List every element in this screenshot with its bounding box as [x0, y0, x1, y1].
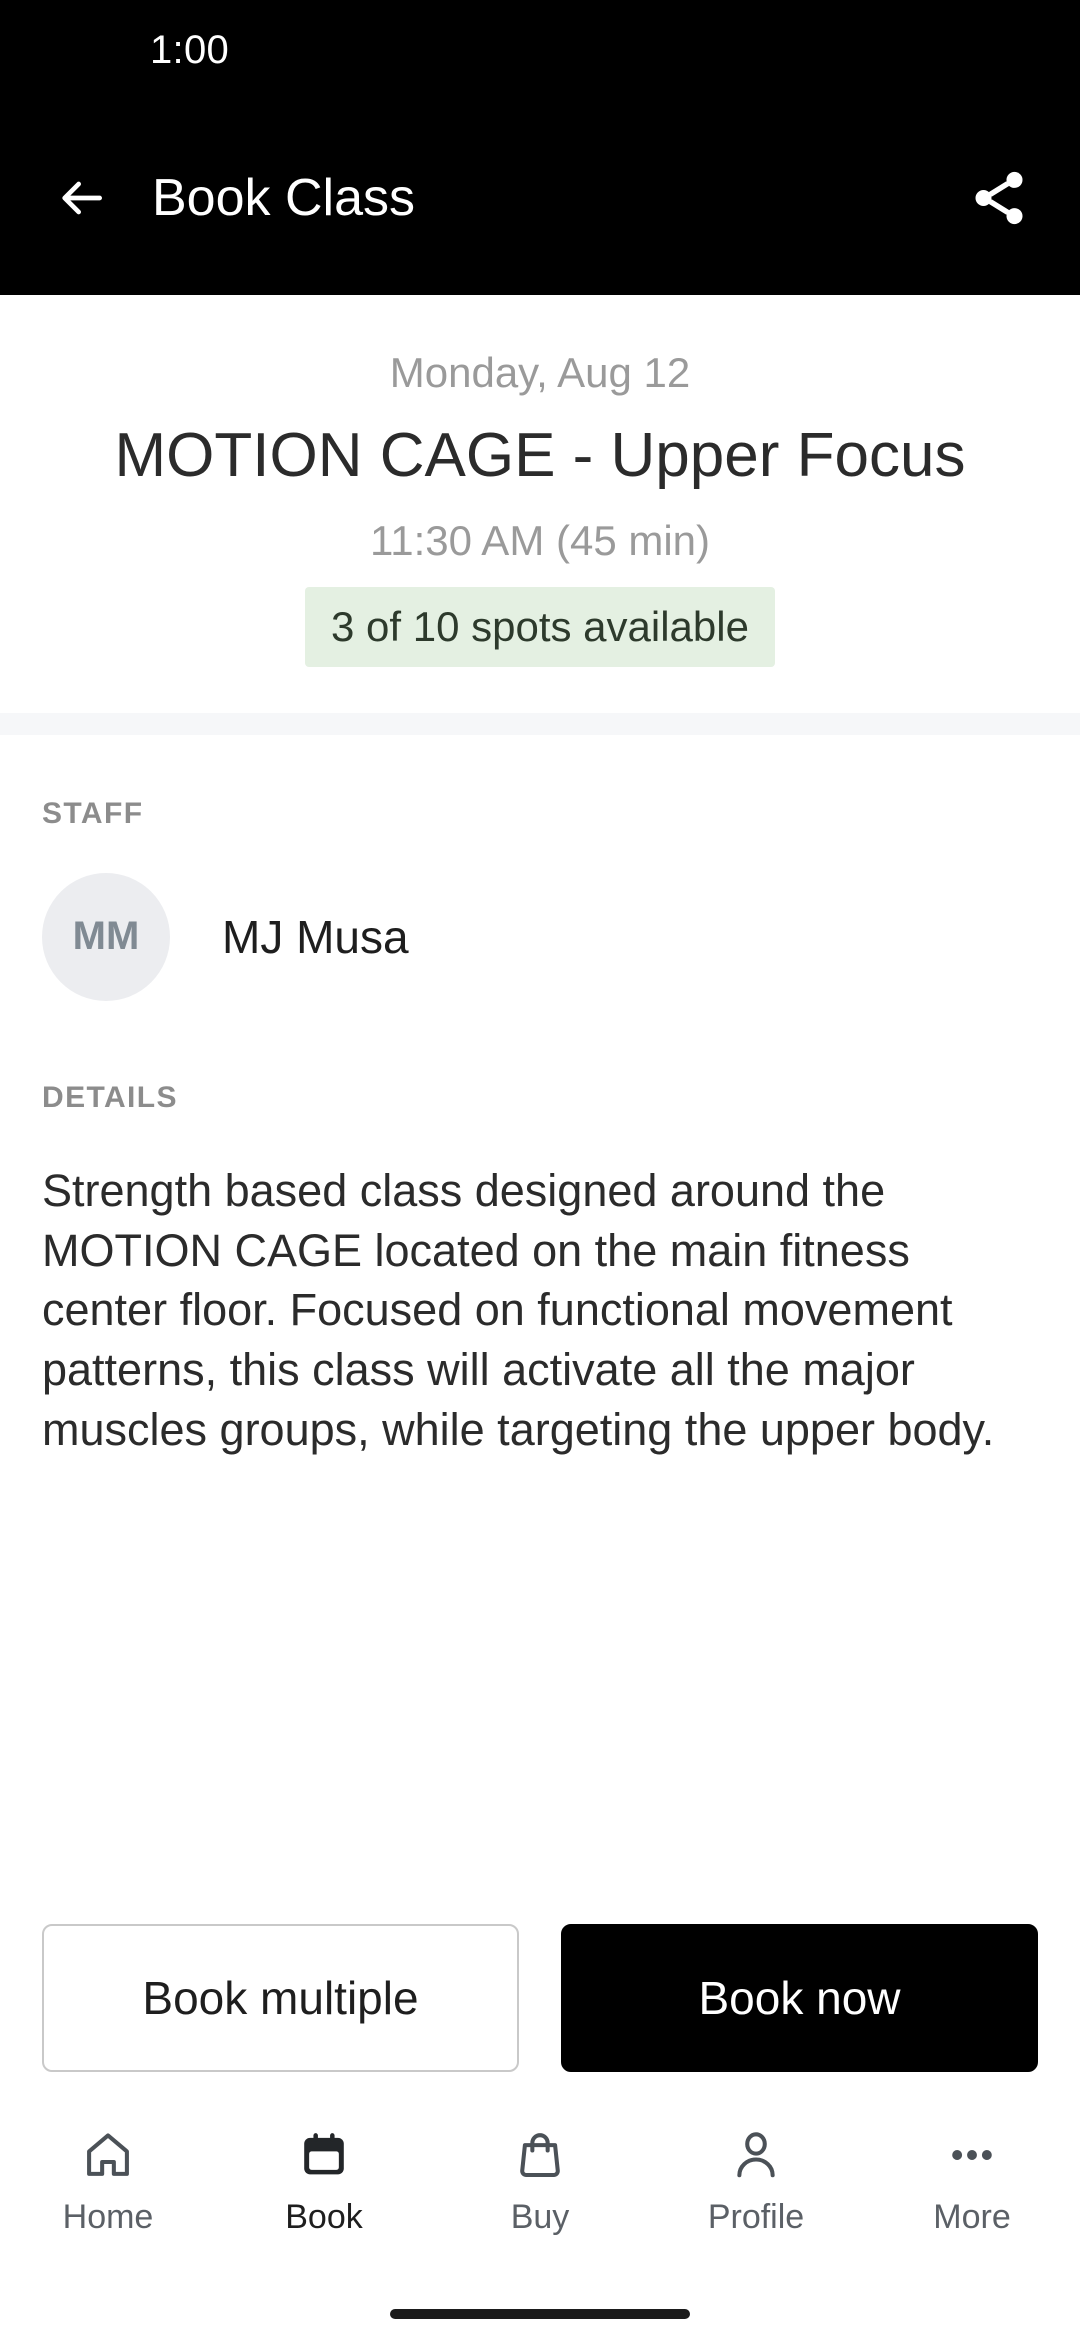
class-title: MOTION CAGE - Upper Focus — [114, 421, 966, 490]
nav-label-buy: Buy — [510, 2198, 570, 2236]
staff-section-label: STAFF — [42, 796, 144, 830]
nav-label-profile: Profile — [707, 2198, 805, 2236]
nav-item-more[interactable]: More — [864, 2124, 1080, 2237]
book-multiple-button[interactable]: Book multiple — [42, 1924, 519, 2072]
nav-label-more: More — [933, 2198, 1011, 2236]
class-summary: Monday, Aug 12 MOTION CAGE - Upper Focus… — [0, 295, 1080, 713]
avatar: MM — [42, 872, 170, 1001]
ellipsis-icon — [945, 2124, 999, 2186]
share-icon — [975, 171, 1023, 224]
nav-label-book: Book — [285, 2198, 363, 2236]
section-divider — [0, 712, 1080, 735]
bag-icon — [513, 2124, 567, 2186]
class-date: Monday, Aug 12 — [389, 349, 691, 396]
nav-item-buy[interactable]: Buy — [432, 2124, 648, 2237]
details-description: Strength based class designed around the… — [42, 1164, 995, 1456]
class-time-duration: 11:30 AM (45 min) — [369, 516, 711, 564]
nav-item-book[interactable]: Book — [216, 2124, 432, 2237]
book-now-button[interactable]: Book now — [561, 1924, 1038, 2072]
share-button[interactable] — [964, 163, 1034, 233]
status-bar-clock: 1:00 — [150, 27, 230, 72]
page-title: Book Class — [152, 168, 415, 227]
home-indicator-area — [0, 2288, 1080, 2340]
home-icon — [81, 2124, 135, 2186]
nav-item-profile[interactable]: Profile — [648, 2124, 864, 2237]
person-icon — [729, 2124, 783, 2186]
nav-label-home: Home — [62, 2198, 154, 2236]
back-button[interactable] — [50, 167, 112, 229]
app-bar: Book Class — [0, 100, 1080, 295]
class-details-body: STAFF MM MJ Musa DETAILS Strength based … — [0, 734, 1080, 1924]
spots-availability-badge: 3 of 10 spots available — [305, 586, 775, 667]
home-indicator[interactable] — [390, 2309, 690, 2319]
staff-name: MJ Musa — [222, 910, 409, 963]
details-section-label: DETAILS — [42, 1080, 178, 1114]
action-buttons: Book multiple Book now — [0, 1924, 1080, 2072]
app-screen: 1:00 Book Class Monday, Aug 12 MOTION CA… — [0, 0, 1080, 2340]
nav-item-home[interactable]: Home — [0, 2124, 216, 2237]
arrow-left-icon — [62, 181, 102, 214]
staff-row[interactable]: MM MJ Musa — [42, 872, 1038, 1001]
calendar-icon — [297, 2124, 351, 2186]
bottom-navigation: Home Book Buy Profile More — [0, 2110, 1080, 2288]
status-bar: 1:00 — [0, 0, 1080, 100]
